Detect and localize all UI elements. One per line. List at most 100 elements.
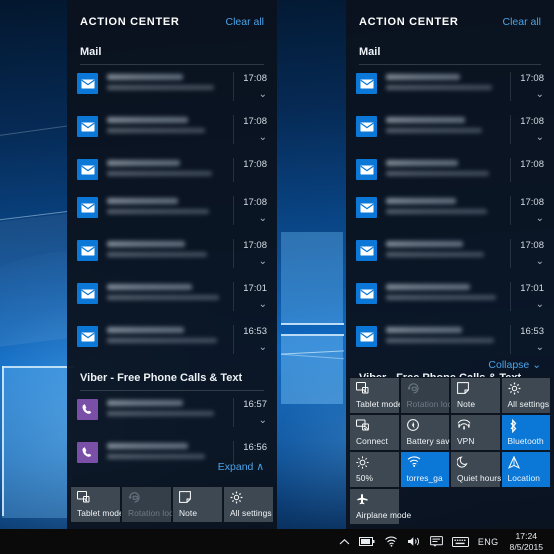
quick-actions-grid: Tablet mode Rotation lock Note All settings… (349, 377, 551, 525)
group-title-mail: Mail (80, 46, 102, 58)
quick-action-tile[interactable]: Note (172, 486, 223, 523)
chevron-down-icon: ⌄ (532, 359, 541, 371)
quick-action-tile[interactable]: Rotation lock (121, 486, 178, 523)
volume-icon[interactable] (407, 536, 421, 547)
vpn-icon (457, 419, 495, 433)
notification-time: 17:08 (520, 197, 544, 208)
quick-action-tile[interactable]: Connect (349, 414, 400, 451)
battery-saver-icon (406, 419, 445, 433)
expand-button[interactable]: Expand ∧ (218, 461, 264, 473)
notification-item[interactable]: 17:08 ⌄ (346, 189, 554, 232)
quick-action-tile[interactable]: Note (450, 377, 501, 414)
clear-all-button[interactable]: Clear all (225, 16, 264, 28)
action-center-icon[interactable] (429, 536, 443, 547)
quick-action-tile[interactable]: VPN (450, 414, 501, 451)
hero-pane-c (281, 232, 343, 324)
notification-item[interactable]: 17:08 ⌄ (67, 189, 277, 232)
notification-body-redacted (107, 411, 215, 416)
page-title: ACTION CENTER (80, 15, 180, 28)
quick-action-tile[interactable]: Tablet mode (349, 377, 403, 414)
hero-pane-b (2, 368, 72, 518)
clock[interactable]: 17:24 8/5/2015 (508, 531, 548, 552)
language-indicator[interactable]: ENG (478, 537, 499, 547)
taskbar[interactable]: ENG 17:24 8/5/2015 (0, 529, 554, 554)
wifi-icon[interactable] (384, 536, 398, 547)
collapse-button[interactable]: Collapse ⌄ (488, 359, 541, 371)
notification-meta: 17:08 ⌄ (510, 115, 544, 144)
chevron-down-icon[interactable]: ⌄ (516, 255, 544, 268)
notification-text (377, 282, 510, 300)
location-icon (507, 456, 546, 470)
notification-meta: 17:08 ⌄ (233, 196, 267, 225)
notification-item[interactable]: 17:08 ⌄ (67, 65, 277, 108)
quick-action-tile[interactable]: All settings (223, 486, 274, 523)
quick-action-label: 50% (356, 473, 374, 483)
notification-meta: 17:08 ⌄ (510, 196, 544, 225)
notification-item[interactable]: 17:08 ⌄ (346, 65, 554, 108)
notification-body-redacted (386, 209, 487, 214)
notification-title-redacted (107, 241, 186, 247)
mail-icon (356, 197, 377, 218)
chevron-up-icon[interactable] (339, 538, 350, 546)
notification-item[interactable]: 16:57 ⌄ (67, 391, 277, 434)
chevron-down-icon[interactable]: ⌄ (239, 414, 267, 427)
notification-title-redacted (386, 117, 466, 123)
action-center-panel-collapsed[interactable]: ACTION CENTER Clear all Mail 17:08 ⌄ 17:08… (67, 0, 277, 529)
chevron-down-icon[interactable]: ⌄ (516, 212, 544, 225)
battery-icon[interactable] (358, 537, 375, 546)
chevron-down-icon[interactable]: ⌄ (516, 131, 544, 144)
clear-all-button[interactable]: Clear all (502, 16, 541, 28)
chevron-down-icon[interactable]: ⌄ (239, 255, 267, 268)
notification-text (98, 325, 233, 343)
moon-icon (457, 456, 495, 470)
quick-action-tile[interactable]: Rotation lock (399, 377, 456, 414)
notification-item[interactable]: 17:01 ⌄ (346, 275, 554, 318)
notification-text (98, 398, 233, 416)
notification-item[interactable]: 17:08 (67, 151, 277, 189)
system-tray: ENG 17:24 8/5/2015 (339, 531, 554, 552)
notification-item[interactable]: 17:01 ⌄ (67, 275, 277, 318)
chevron-down-icon[interactable]: ⌄ (239, 131, 267, 144)
panel-header: ACTION CENTER Clear all (346, 0, 554, 32)
wifi-icon (407, 456, 445, 470)
notification-list-mail: 17:08 ⌄ 17:08 ⌄ 17:08 17:08 ⌄ 17:08 ⌄ 17:01 ⌄ 16:53… (67, 65, 277, 361)
notification-title-redacted (107, 74, 183, 80)
notification-item[interactable]: 17:08 (346, 151, 554, 189)
quick-action-tile[interactable]: torres_ga (399, 451, 450, 488)
quick-action-tile[interactable]: Bluetooth (500, 414, 551, 451)
action-center-panel-expanded[interactable]: ACTION CENTER Clear all Mail 17:08 ⌄ 17:08… (346, 0, 554, 529)
quick-action-label: Tablet mode (356, 399, 403, 409)
quick-action-label: torres_ga (406, 473, 443, 483)
quick-action-label: VPN (457, 436, 475, 446)
quick-action-tile[interactable]: Airplane mode (349, 488, 411, 525)
notification-item[interactable]: 16:53 ⌄ (67, 318, 277, 361)
notification-item[interactable]: 17:08 ⌄ (346, 232, 554, 275)
quick-action-tile[interactable]: Battery saver (399, 414, 457, 451)
notification-item[interactable]: 16:53 ⌄ (346, 318, 554, 361)
chevron-down-icon[interactable]: ⌄ (239, 341, 267, 354)
chevron-down-icon[interactable]: ⌄ (516, 88, 544, 101)
mail-icon (77, 73, 98, 94)
chevron-down-icon[interactable]: ⌄ (239, 212, 267, 225)
quick-action-tile[interactable]: Location (500, 451, 551, 488)
notification-item[interactable]: 17:08 ⌄ (67, 108, 277, 151)
chevron-down-icon[interactable]: ⌄ (516, 298, 544, 311)
notification-meta: 17:08 ⌄ (233, 239, 267, 268)
quick-action-tile[interactable]: All settings (500, 377, 551, 414)
quick-action-tile[interactable]: Tablet mode (70, 486, 124, 523)
chevron-down-icon[interactable]: ⌄ (239, 88, 267, 101)
quick-action-tile[interactable]: Quiet hours (450, 451, 501, 488)
chevron-down-icon[interactable]: ⌄ (516, 341, 544, 354)
hero-edge-b (2, 366, 74, 368)
notification-item[interactable]: 17:08 ⌄ (67, 232, 277, 275)
notification-item[interactable]: 17:08 ⌄ (346, 108, 554, 151)
chevron-down-icon[interactable]: ⌄ (239, 298, 267, 311)
notification-body-redacted (107, 128, 205, 133)
keyboard-icon[interactable] (451, 536, 469, 547)
quick-action-tile[interactable]: 50% (349, 451, 400, 488)
brightness-icon (356, 456, 394, 470)
notification-text (377, 115, 510, 133)
quick-action-label: Quiet hours (457, 473, 502, 483)
notification-title-redacted (386, 284, 470, 290)
notification-time: 17:08 (243, 73, 267, 84)
